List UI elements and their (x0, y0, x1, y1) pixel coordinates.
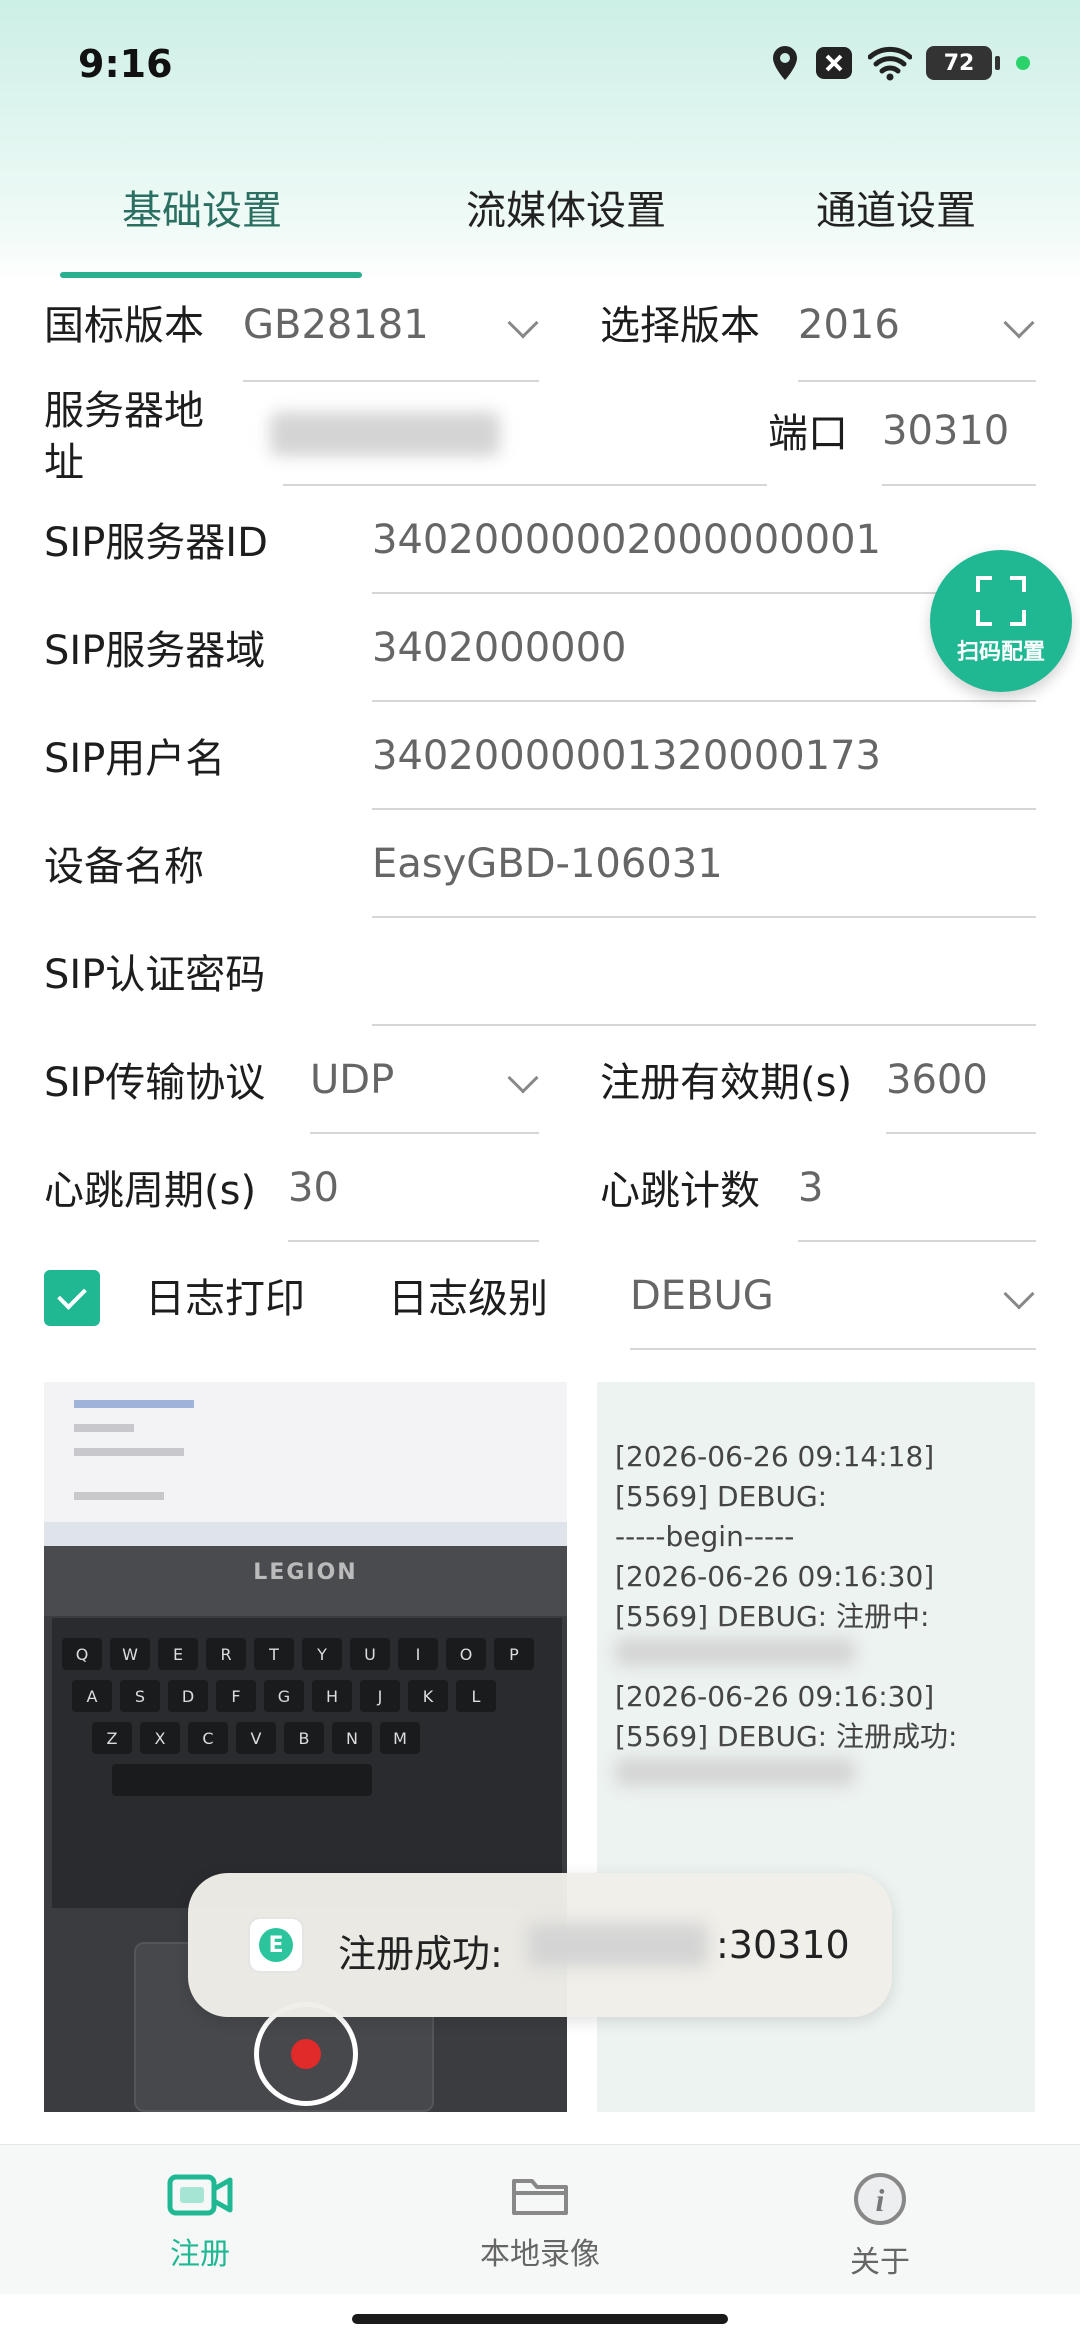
device-name-input[interactable]: EasyGBD-106031 (372, 841, 723, 887)
sip-server-id-label: SIP服务器ID (44, 520, 268, 566)
tab-stream-settings[interactable]: 流媒体设置 (466, 178, 666, 236)
settings-tabs: 基础设置 流媒体设置 通道设置 (0, 150, 1080, 280)
record-icon (291, 2039, 321, 2069)
tab-channel-settings[interactable]: 通道设置 (816, 178, 976, 236)
log-print-checkbox[interactable] (44, 1270, 100, 1326)
toast-text: 注册成功: (338, 1932, 503, 1976)
location-icon (773, 46, 797, 80)
select-version-label: 选择版本 (600, 303, 760, 349)
toast-port: :30310 (716, 1923, 850, 1967)
reg-expiry-label: 注册有效期(s) (600, 1060, 853, 1106)
chevron-down-icon[interactable] (507, 1062, 539, 1094)
chevron-down-icon[interactable] (1003, 1278, 1035, 1310)
sip-password-label: SIP认证密码 (44, 952, 266, 998)
sip-domain-label: SIP服务器域 (44, 628, 266, 674)
status-time: 9:16 (78, 42, 173, 86)
svg-text:i: i (876, 2182, 885, 2218)
privacy-dot (1016, 56, 1030, 70)
sip-transport-select[interactable]: UDP (310, 1057, 394, 1103)
scan-config-button[interactable]: 扫码配置 (930, 550, 1072, 692)
heartbeat-count-input[interactable]: 3 (798, 1165, 823, 1211)
preview-laptop-screen (44, 1382, 567, 1522)
port-input[interactable]: 30310 (882, 408, 1009, 454)
video-camera-icon (167, 2174, 233, 2216)
wifi-icon (868, 46, 912, 81)
sip-server-id-input[interactable]: 34020000002000000001 (372, 517, 881, 563)
tab-indicator (60, 272, 362, 278)
log-level-label: 日志级别 (388, 1276, 548, 1322)
log-print-label: 日志打印 (145, 1276, 305, 1322)
status-bar: 9:16 72 (0, 0, 1080, 135)
sip-domain-input[interactable]: 3402000000 (372, 625, 627, 671)
bottom-nav: 注册 本地录像 i 关于 (0, 2144, 1080, 2294)
version-select[interactable]: 2016 (798, 302, 900, 348)
record-button[interactable] (254, 2002, 358, 2106)
port-label: 端口 (768, 411, 848, 457)
nav-local-recordings[interactable]: 本地录像 (420, 2171, 660, 2273)
info-icon: i (854, 2173, 906, 2225)
gb-version-select[interactable]: GB28181 (243, 302, 429, 348)
device-name-label: 设备名称 (44, 844, 204, 890)
log-line (615, 1757, 1017, 1797)
log-line: -----begin----- (615, 1520, 795, 1553)
battery-icon: 72 (926, 46, 1000, 80)
heartbeat-period-label: 心跳周期(s) (44, 1168, 257, 1214)
sip-username-label: SIP用户名 (44, 736, 226, 782)
log-line: [2026-06-26 09:16:30] (615, 1560, 935, 1593)
server-address-input[interactable] (270, 412, 500, 456)
log-line: [2026-06-26 09:16:30] (615, 1680, 935, 1713)
log-line: [5569] DEBUG: 注册成功: (615, 1720, 958, 1753)
scan-icon (976, 576, 1026, 626)
folder-icon (512, 2179, 568, 2215)
log-line: [5569] DEBUG: (615, 1480, 828, 1513)
log-line: [5569] DEBUG: 注册中: (615, 1600, 930, 1633)
log-line (615, 1637, 1017, 1677)
heartbeat-count-label: 心跳计数 (600, 1168, 760, 1214)
chevron-down-icon[interactable] (1003, 307, 1035, 339)
notification-blocked-icon (816, 47, 852, 79)
nav-register[interactable]: 注册 (80, 2171, 320, 2273)
tab-basic-settings[interactable]: 基础设置 (122, 178, 282, 236)
sip-username-input[interactable]: 34020000001320000173 (372, 733, 881, 779)
app-icon: E (248, 1917, 304, 1973)
gb-version-label: 国标版本 (44, 303, 204, 349)
home-indicator[interactable] (352, 2314, 728, 2324)
toast-message: E 注册成功: :30310 (188, 1873, 892, 2017)
chevron-down-icon[interactable] (507, 307, 539, 339)
reg-expiry-input[interactable]: 3600 (886, 1057, 988, 1103)
nav-about[interactable]: i 关于 (760, 2171, 1000, 2281)
preview-keyboard: Q W E R T Y U I O P A S D F G H J K L Z … (52, 1618, 562, 1908)
server-address-label: 服务器地 址 (44, 388, 204, 486)
preview-brand-text: LEGION (253, 1560, 358, 1585)
sip-transport-label: SIP传输协议 (44, 1060, 266, 1106)
log-line: [2026-06-26 09:14:18] (615, 1440, 935, 1473)
log-level-select[interactable]: DEBUG (630, 1273, 774, 1319)
heartbeat-period-input[interactable]: 30 (288, 1165, 339, 1211)
